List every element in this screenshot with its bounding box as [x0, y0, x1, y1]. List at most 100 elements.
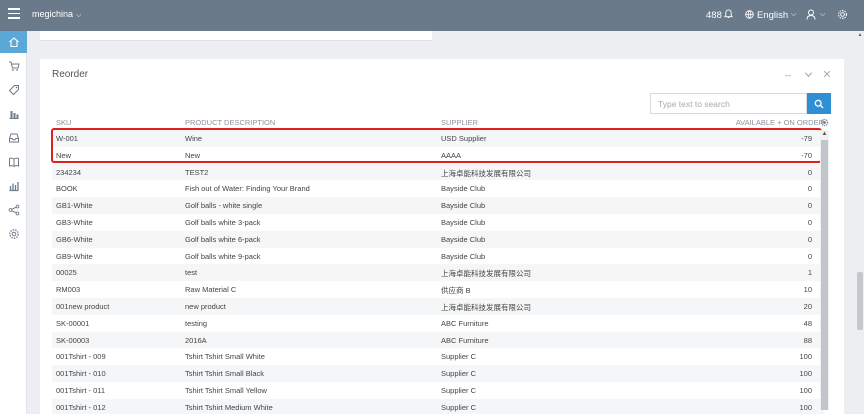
supplier-cell: 上海卓能科技发展有限公司 — [441, 269, 531, 279]
qty-cell: 0 — [807, 184, 812, 194]
chevron-down-icon: ⌵ — [76, 12, 82, 19]
notifications-count[interactable]: 488 — [706, 10, 722, 21]
sku-cell: SK-00003 — [56, 335, 90, 345]
description-cell: Tshirt Tshirt Medium White — [185, 402, 273, 412]
table-row[interactable]: 00025 test 上海卓能科技发展有限公司 1 — [52, 264, 824, 282]
table-row[interactable]: 001Tshirt - 012 Tshirt Tshirt Medium Whit… — [52, 398, 824, 414]
qty-cell: 0 — [807, 167, 812, 177]
chevron-down-icon[interactable]: ⌵ — [820, 11, 825, 19]
menu-icon[interactable] — [8, 8, 20, 20]
column-header-sku[interactable]: SKU — [56, 118, 71, 127]
table-row[interactable]: 001Tshirt - 011 Tshirt Tshirt Small Yello… — [52, 382, 824, 399]
gear-icon[interactable] — [837, 9, 848, 20]
supplier-cell: Supplier C — [441, 402, 477, 412]
language-selector[interactable]: English — [757, 10, 788, 21]
supplier-cell: Bayside Club — [441, 201, 486, 211]
page-scroll-up-icon[interactable]: ▲ — [857, 32, 863, 38]
sku-cell: 001new product — [56, 301, 110, 311]
company-name: megichina — [32, 9, 74, 19]
column-header-supplier[interactable]: SUPPLIER — [441, 118, 478, 127]
company-selector[interactable]: megichina ⌵ — [32, 9, 81, 20]
column-header-description[interactable]: PRODUCT DESCRIPTION — [185, 118, 275, 127]
column-settings-icon[interactable] — [820, 118, 829, 127]
sidebar-item-products[interactable] — [0, 79, 27, 101]
supplier-cell: Bayside Club — [441, 217, 486, 227]
bar-chart-icon — [9, 111, 18, 119]
sku-cell: GB3-White — [56, 217, 93, 227]
supplier-cell: Bayside Club — [441, 251, 486, 261]
user-icon[interactable] — [806, 9, 816, 20]
table-row[interactable]: BOOK Fish out of Water: Finding Your Bran… — [52, 180, 824, 197]
description-cell: Golf balls white 6-pack — [185, 234, 261, 244]
sidebar-item-sales[interactable] — [0, 55, 27, 77]
sidebar-item-catalog[interactable] — [0, 151, 27, 173]
report-icon — [9, 182, 19, 192]
sidebar — [0, 31, 27, 414]
close-icon[interactable] — [822, 69, 832, 79]
x-icon — [823, 70, 831, 78]
sidebar-item-integrations[interactable] — [0, 199, 27, 221]
sku-cell: 00025 — [56, 268, 77, 278]
table-row[interactable]: 001new product new product 上海卓能科技发展有限公司 20 — [52, 297, 824, 315]
supplier-cell: 上海卓能科技发展有限公司 — [441, 168, 531, 178]
search-button[interactable] — [807, 93, 831, 114]
qty-cell: 100 — [799, 352, 812, 362]
qty-cell: 100 — [799, 385, 812, 395]
description-cell: Tshirt Tshirt Small Yellow — [185, 385, 267, 395]
description-cell: testing — [185, 318, 208, 328]
sidebar-item-analytics[interactable] — [0, 103, 27, 125]
sku-cell: 001Tshirt - 010 — [56, 369, 106, 379]
table-row[interactable]: 001Tshirt - 010 Tshirt Tshirt Small Black… — [52, 365, 824, 382]
cart-icon — [8, 61, 20, 71]
description-cell: Golf balls white 9-pack — [185, 251, 261, 261]
table-row[interactable]: SK-00003 2016A ABC Furniture 88 — [52, 331, 824, 349]
sidebar-item-reports[interactable] — [0, 175, 27, 197]
bell-icon[interactable] — [724, 9, 733, 19]
description-cell: Golf balls white 3-pack — [185, 217, 261, 227]
qty-cell: 100 — [799, 369, 812, 379]
sku-cell: GB9-White — [56, 251, 93, 261]
sku-cell: 001Tshirt - 012 — [56, 402, 106, 412]
search-input[interactable] — [650, 93, 807, 114]
table-row[interactable]: GB3-White Golf balls white 3-pack Bayside … — [52, 214, 824, 231]
page-scrollbar[interactable] — [856, 31, 864, 414]
supplier-cell: Bayside Club — [441, 234, 486, 244]
column-header-qty[interactable]: AVAILABLE + ON ORDER — [736, 118, 824, 127]
globe-icon — [745, 10, 754, 19]
qty-cell: 48 — [803, 318, 812, 328]
page-scrollbar-thumb[interactable] — [857, 272, 863, 330]
sku-cell: GB1-White — [56, 201, 93, 211]
table-row[interactable]: 001Tshirt - 009 Tshirt Tshirt Small White… — [52, 348, 824, 365]
table-row[interactable]: GB6-White Golf balls white 6-pack Bayside … — [52, 230, 824, 248]
chevron-down-icon[interactable]: ⌵ — [791, 11, 796, 19]
sidebar-item-inventory[interactable] — [0, 127, 27, 149]
table-row[interactable]: RM003 Raw Material C 供应商 B 10 — [52, 281, 824, 298]
supplier-cell: Supplier C — [441, 369, 477, 379]
scroll-up-arrow-icon[interactable]: ▲ — [821, 131, 828, 138]
resize-icon[interactable]: ↔ — [783, 69, 793, 79]
qty-cell: 10 — [803, 285, 812, 295]
table-scrollbar-thumb[interactable] — [821, 140, 828, 410]
highlight-box — [51, 128, 822, 163]
sidebar-item-settings[interactable] — [0, 223, 27, 245]
table-row[interactable]: 234234 TEST2 上海卓能科技发展有限公司 0 — [52, 163, 824, 181]
panel-title: Reorder — [52, 69, 89, 80]
sku-cell: 001Tshirt - 011 — [56, 385, 106, 395]
gear-icon — [8, 229, 19, 239]
table-row[interactable]: SK-00001 testing ABC Furniture 48 — [52, 315, 824, 332]
description-cell: 2016A — [185, 335, 207, 345]
supplier-cell: 上海卓能科技发展有限公司 — [441, 302, 531, 312]
sidebar-item-home[interactable] — [0, 31, 27, 53]
description-cell: new product — [185, 301, 226, 311]
table-row[interactable]: GB1-White Golf balls - white single Baysid… — [52, 197, 824, 214]
table-row[interactable]: GB9-White Golf balls white 9-pack Bayside … — [52, 248, 824, 265]
qty-cell: 0 — [807, 251, 812, 261]
chevron-down-icon — [804, 71, 812, 77]
sku-cell: 234234 — [56, 167, 82, 177]
supplier-cell: Bayside Club — [441, 184, 486, 194]
sku-cell: GB6-White — [56, 234, 93, 244]
table-body: W-001 Wine USD Supplier -79 New New AAAA -70 234… — [52, 130, 824, 414]
tag-icon — [8, 85, 19, 96]
collapse-icon[interactable] — [803, 69, 813, 79]
top-bar: megichina ⌵ 488 English ⌵ ⌵ — [0, 0, 864, 31]
